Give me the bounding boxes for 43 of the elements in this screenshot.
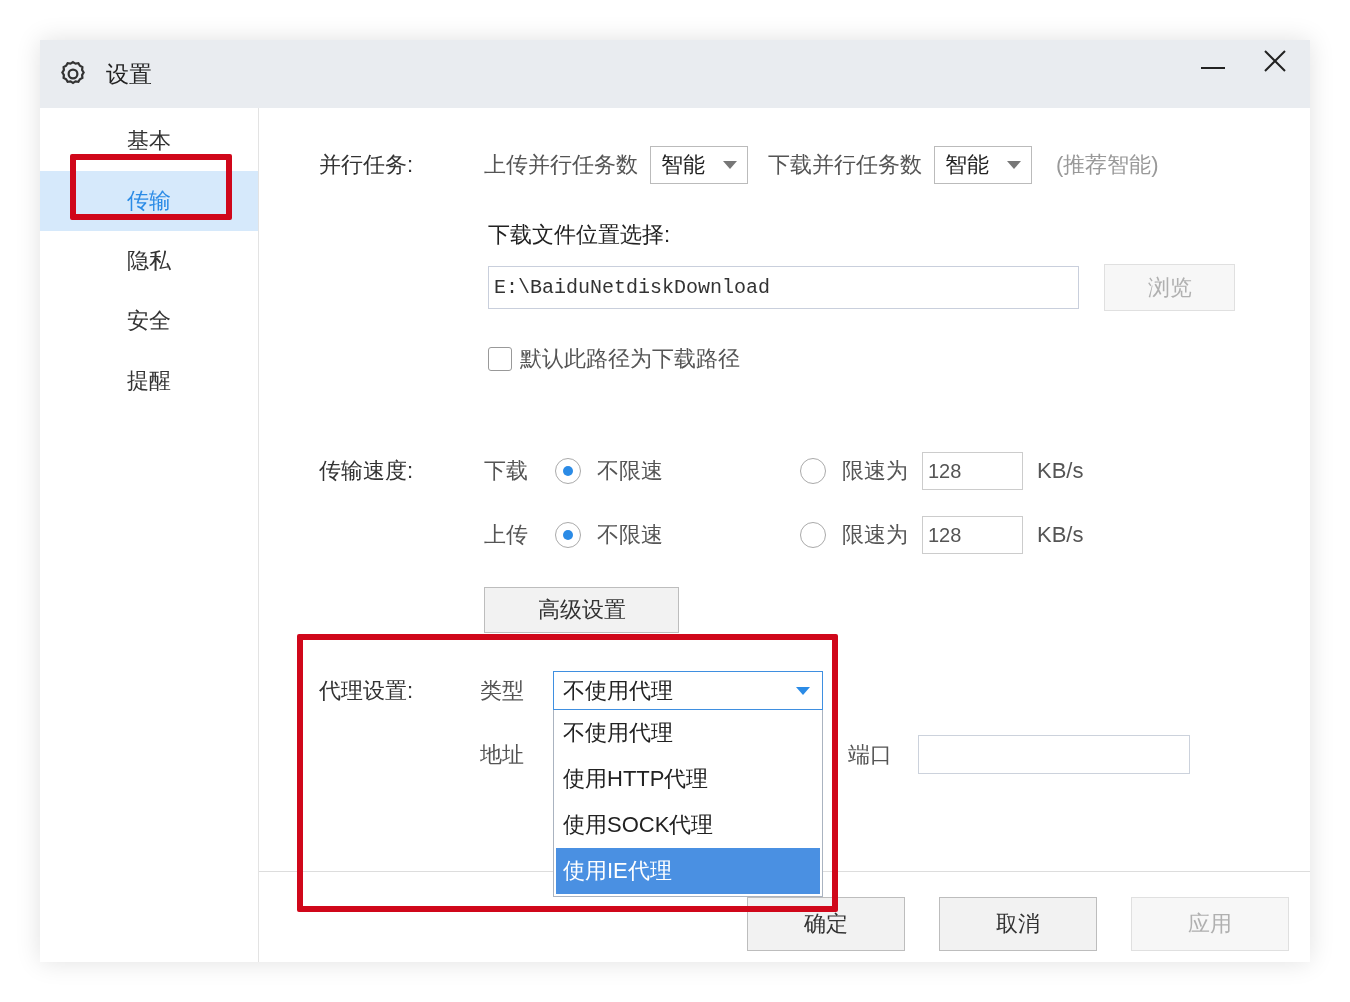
section-label: 并行任务: xyxy=(319,151,415,179)
port-label: 端口 xyxy=(848,740,892,769)
sidebar-item[interactable]: 安全 xyxy=(40,291,258,351)
dialog-button[interactable]: 确定 xyxy=(747,897,905,951)
radio-label: 限速为 xyxy=(842,457,908,485)
direction-label: 上传 xyxy=(484,521,529,549)
radio-button[interactable] xyxy=(800,458,826,484)
radio-button[interactable] xyxy=(800,522,826,548)
unit-label: KB/s xyxy=(1037,522,1084,548)
advanced-settings-button[interactable]: 高级设置 xyxy=(484,587,679,633)
address-label: 地址 xyxy=(480,740,525,769)
speed-limit-field[interactable]: 128 xyxy=(922,516,1023,554)
port-field[interactable] xyxy=(918,735,1190,774)
minimize-icon xyxy=(1201,67,1225,69)
radio-label: 不限速 xyxy=(597,457,663,485)
caret-icon xyxy=(723,161,737,169)
radio-label: 限速为 xyxy=(842,521,908,549)
download-tasks-label: 下载并行任务数 xyxy=(768,151,922,179)
sidebar-item[interactable]: 隐私 xyxy=(40,231,258,291)
download-tasks-select[interactable]: 智能 xyxy=(934,146,1032,184)
upload-tasks-select[interactable]: 智能 xyxy=(650,146,748,184)
hint-text: (推荐智能) xyxy=(1056,151,1159,179)
sidebar-item[interactable]: 提醒 xyxy=(40,351,258,411)
checkbox[interactable] xyxy=(488,347,512,371)
sidebar-item[interactable]: 基本 xyxy=(40,111,258,171)
radio-button[interactable] xyxy=(555,522,581,548)
radio-label: 不限速 xyxy=(597,521,663,549)
path-field[interactable]: E:\BaiduNetdiskDownload xyxy=(488,266,1079,309)
direction-label: 下载 xyxy=(484,457,529,485)
section-label: 代理设置: xyxy=(319,676,415,705)
caret-icon xyxy=(1007,161,1021,169)
location-label: 下载文件位置选择: xyxy=(488,221,671,249)
proxy-type-select[interactable]: 不使用代理 xyxy=(553,671,823,710)
type-label: 类型 xyxy=(480,676,525,705)
dialog-button[interactable]: 取消 xyxy=(939,897,1097,951)
speed-limit-field[interactable]: 128 xyxy=(922,452,1023,490)
caret-icon xyxy=(796,686,810,695)
radio-button[interactable] xyxy=(555,458,581,484)
upload-tasks-label: 上传并行任务数 xyxy=(484,151,638,179)
section-label: 传输速度: xyxy=(319,457,415,485)
window-title: 设置 xyxy=(106,59,153,89)
unit-label: KB/s xyxy=(1037,458,1084,484)
default-path-label: 默认此路径为下载路径 xyxy=(520,345,740,373)
